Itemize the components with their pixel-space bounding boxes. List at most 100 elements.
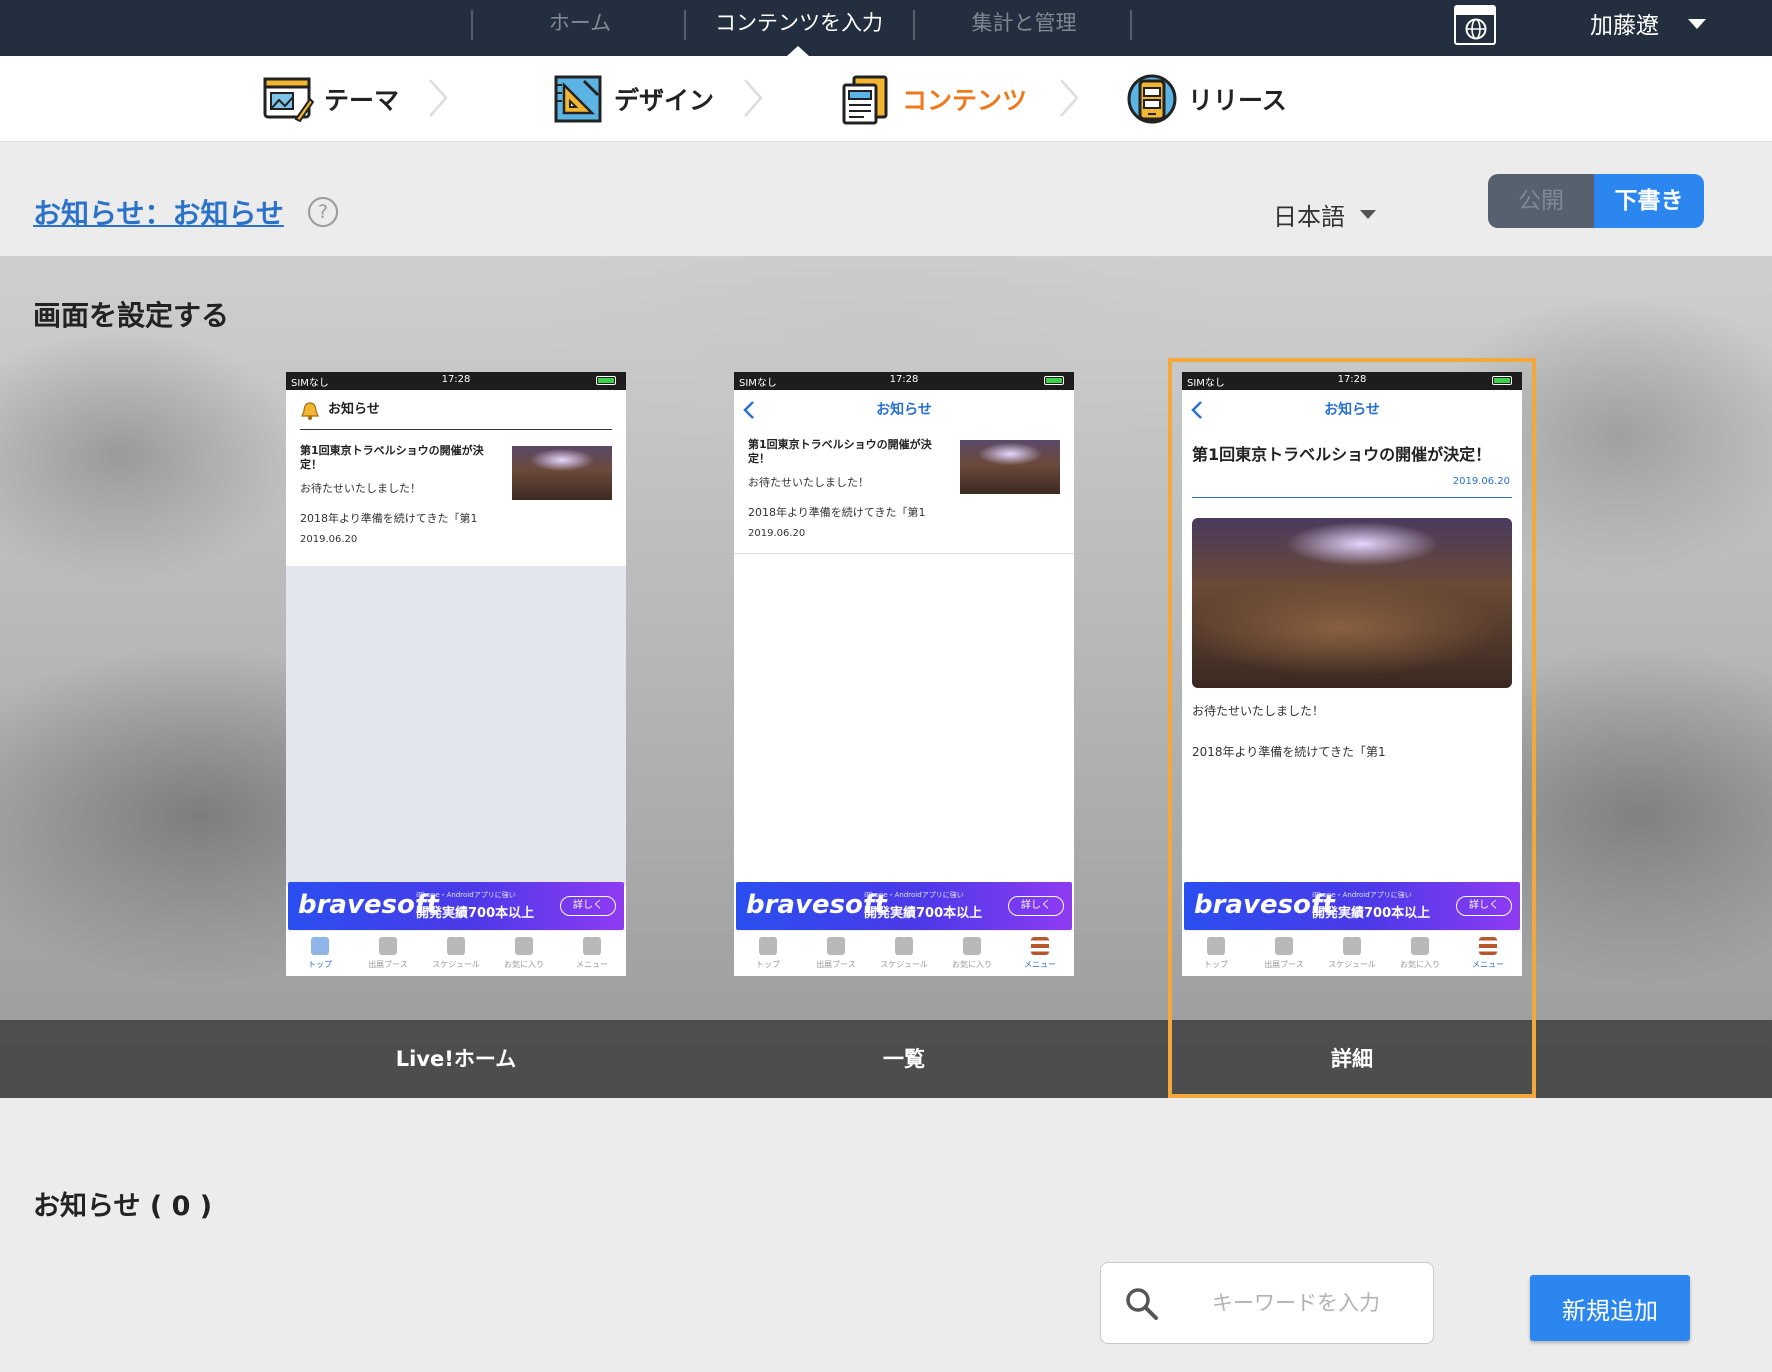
calendar-icon [895,937,913,955]
menu-icon [1031,937,1049,955]
tab-label: メニュー [1024,960,1056,969]
phone-tab-menu: メニュー [558,931,626,976]
step-label: デザイン [614,86,715,115]
clock-label: 17:28 [889,374,919,385]
banner-main-text: 開発実績700本以上 [416,906,535,921]
tab-label: お気に入り [504,960,544,969]
draft-button[interactable]: 下書き [1594,174,1704,228]
step-label: テーマ [324,86,400,115]
phone-tab-booth: 出展ブース [354,931,422,976]
screen-settings: 画面を設定する SIMなし 17:28 お知らせ 第1回東京トラベルショウの開催… [0,256,1772,1098]
search-icon [1126,1288,1158,1320]
content-icon [842,75,888,125]
star-icon [963,937,981,955]
battery-icon [1044,376,1064,385]
top-nav: ホーム コンテンツを入力 集計と管理 加藤遼 [0,0,1772,56]
step-content[interactable]: コンテンツ [840,56,1027,142]
tab-analytics[interactable]: 集計と管理 [917,0,1131,56]
phone-tab-menu: メニュー [1006,931,1074,976]
phone-tab-top: トップ [286,931,354,976]
empty-area [286,566,626,886]
calendar-icon [447,937,465,955]
title-row: お知らせ：お知らせ ? 日本語 公開 下書き [0,142,1772,256]
tab-label: お気に入り [952,960,992,969]
nav-separator [913,10,915,40]
home-icon [759,937,777,955]
item-date: 2019.06.20 [748,528,806,539]
tab-home[interactable]: ホーム [475,0,685,56]
add-new-button[interactable]: 新規追加 [1530,1275,1690,1341]
item-body: 2018年より準備を続けてきた「第1 [300,512,478,525]
nav-title: お知らせ [876,402,932,418]
tab-label: 出展ブース [368,960,408,969]
nav-separator [1130,10,1132,40]
release-icon [1127,74,1177,124]
section-title: 画面を設定する [33,299,230,332]
publish-toggle: 公開 下書き [1488,174,1704,228]
caret-down-icon[interactable] [1360,210,1376,219]
item-thumbnail [960,440,1060,494]
header-title: お知らせ [328,402,380,417]
tab-label: トップ [308,960,332,969]
phone-nav-bar: お知らせ [734,390,1074,430]
chevron-right-icon [429,79,448,117]
help-icon[interactable]: ? [308,197,338,227]
step-label: リリース [1188,86,1287,115]
step-theme[interactable]: テーマ [262,56,399,142]
search-box [1100,1262,1434,1344]
phone-tab-schedule: スケジュール [870,931,938,976]
chevron-left-icon [743,401,754,419]
phone-tab-bar: トップ 出展ブース スケジュール お気に入り メニュー [286,930,626,976]
phone-tab-schedule: スケジュール [422,931,490,976]
bell-icon [301,402,319,420]
user-name[interactable]: 加藤遼 [1590,6,1659,40]
globe-window-icon[interactable] [1454,5,1496,45]
booth-icon [827,937,845,955]
phone-tab-bar: トップ 出展ブース スケジュール お気に入り メニュー [734,930,1074,976]
tab-label: 出展ブース [816,960,856,969]
publish-button[interactable]: 公開 [1488,174,1594,228]
globe-icon [1465,18,1487,40]
tab-label: スケジュール [432,960,480,969]
language-select[interactable]: 日本語 [1273,197,1345,232]
home-header: お知らせ [300,390,612,430]
tab-label: スケジュール [880,960,928,969]
step-bar: テーマ デザイン コンテンツ リリース [0,56,1772,142]
banner-small-text: iPhone・Androidアプリに強い [416,891,516,899]
active-tab-indicator [787,46,809,56]
star-icon [515,937,533,955]
step-design[interactable]: デザイン [552,56,714,142]
banner-main-text: 開発実績700本以上 [864,906,983,921]
caret-down-icon[interactable] [1688,19,1706,29]
phone-tab-favorite: お気に入り [490,931,558,976]
banner-small-text: iPhone・Androidアプリに強い [864,891,964,899]
phone-tab-favorite: お気に入り [938,931,1006,976]
list-item: 第1回東京トラベルショウの開催が決定！ お待たせいたしました！ 2018年より準… [286,430,626,550]
battery-icon [596,376,616,385]
banner-button: 詳しく [1008,896,1064,916]
tab-label: メニュー [576,960,608,969]
item-title: 第1回東京トラベルショウの開催が決定！ [748,438,932,465]
ad-banner: bravesoft iPhone・Androidアプリに強い 開発実績700本以… [288,882,624,930]
item-date: 2019.06.20 [300,534,358,545]
step-release[interactable]: リリース [1126,56,1287,142]
home-icon [311,937,329,955]
phone-tab-top: トップ [734,931,802,976]
screen-preview-list[interactable]: SIMなし 17:28 お知らせ 第1回東京トラベルショウの開催が決定！ お待た… [734,372,1074,976]
screen-preview-home[interactable]: SIMなし 17:28 お知らせ 第1回東京トラベルショウの開催が決定！ お待た… [286,372,626,976]
banner-button: 詳しく [560,896,616,916]
design-icon [554,75,602,123]
theme-icon [263,77,314,123]
search-input[interactable] [1181,1281,1411,1325]
screen-label-home[interactable]: Live!ホーム [286,1020,626,1098]
screen-label-list[interactable]: 一覧 [734,1020,1074,1098]
chevron-right-icon [744,79,763,117]
list-title: お知らせ ( 0 ) [33,1191,213,1222]
status-bar: SIMなし 17:28 [734,372,1074,390]
chevron-right-icon [1060,79,1079,117]
tab-label: トップ [756,960,780,969]
list-item: 第1回東京トラベルショウの開催が決定！ お待たせいたしました！ 2018年より準… [734,430,1074,554]
page-title[interactable]: お知らせ：お知らせ [33,192,284,232]
booth-icon [379,937,397,955]
item-thumbnail [512,446,612,500]
